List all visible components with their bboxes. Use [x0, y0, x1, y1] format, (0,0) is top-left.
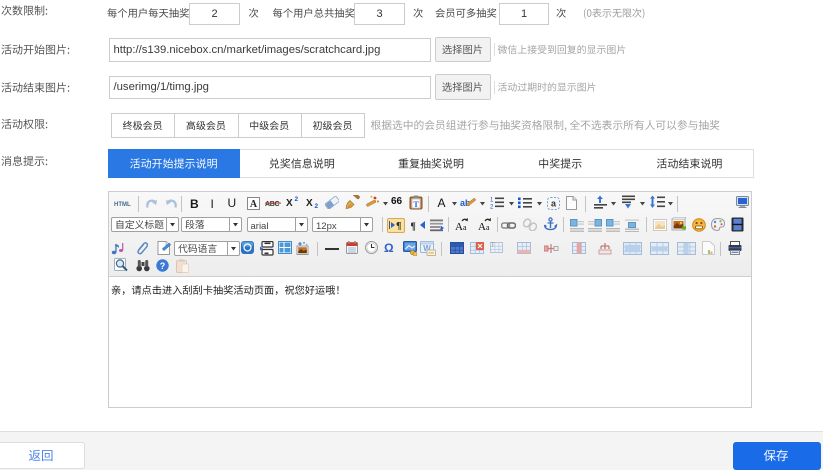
svg-text:A: A: [249, 199, 257, 210]
svg-text:¶: ¶: [396, 221, 401, 230]
svg-text:A: A: [455, 221, 463, 231]
svg-text:a: a: [486, 223, 490, 231]
svg-text:A: A: [478, 221, 486, 231]
svg-text:2: 2: [490, 205, 494, 210]
svg-text:a: a: [550, 198, 556, 208]
svg-text:ABC: ABC: [265, 201, 280, 207]
svg-text:T: T: [491, 243, 495, 249]
svg-text:T: T: [413, 200, 419, 209]
svg-text:?: ?: [159, 261, 165, 271]
svg-text:¶: ¶: [411, 221, 416, 232]
svg-text:a: a: [463, 223, 467, 231]
svg-text:1: 1: [490, 198, 494, 204]
